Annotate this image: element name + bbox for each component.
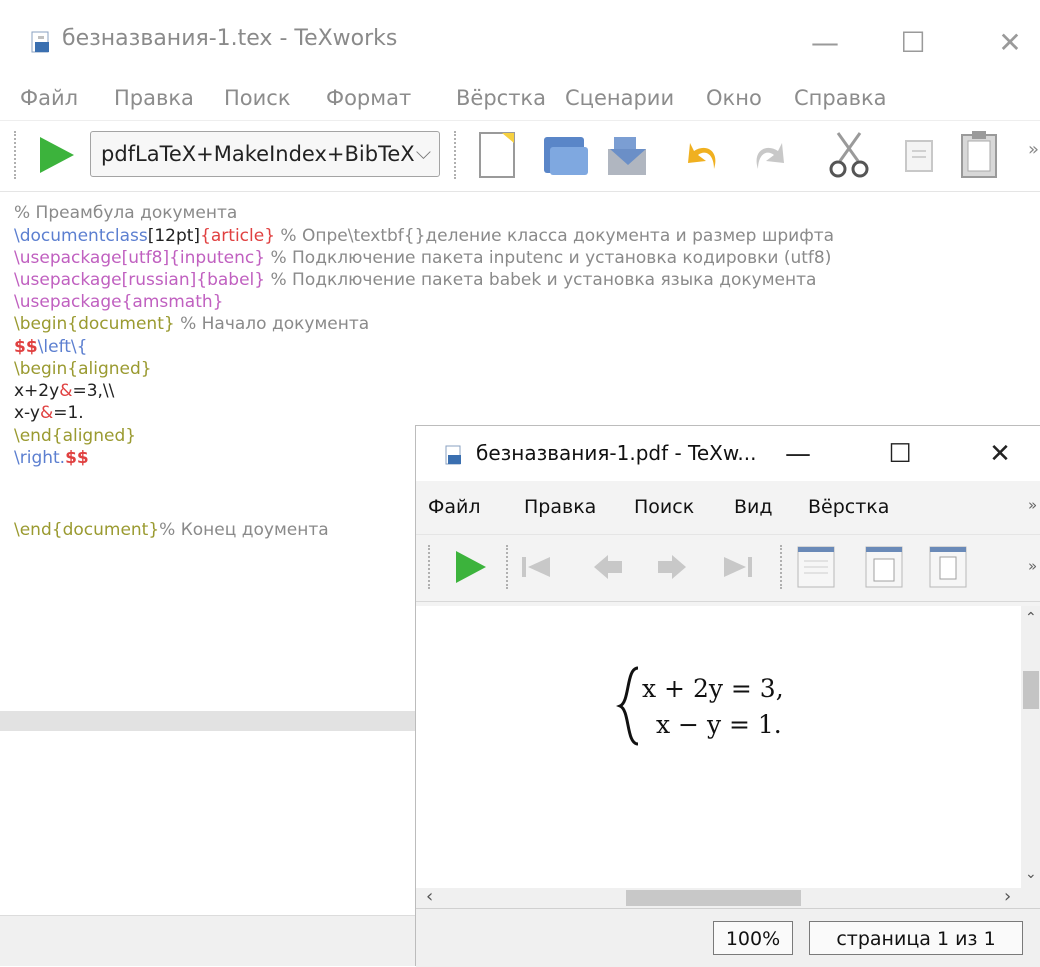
menu-search[interactable]: Поиск [224, 86, 291, 110]
menu-window[interactable]: Окно [706, 86, 762, 110]
pdf-toolbar-overflow-button[interactable]: » [1028, 557, 1037, 575]
menu-typeset[interactable]: Вёрстка [456, 86, 546, 110]
current-line-highlight [0, 711, 415, 731]
code-line-8: \begin{aligned} [14, 359, 152, 379]
engine-select-value: pdfLaTeX+MakeIndex+BibTeX [101, 142, 415, 166]
pdf-status-bar: 100% страница 1 из 1 [416, 908, 1040, 967]
paste-icon[interactable] [958, 129, 1002, 181]
scroll-left-arrow-icon[interactable]: ‹ [426, 886, 433, 907]
code-line-3: \usepackage[utf8]{inputenc} % Подключени… [14, 248, 832, 268]
code-line-13: \end{document}% Конец доумента [14, 520, 329, 540]
first-page-icon[interactable] [520, 553, 554, 581]
vertical-scrollbar[interactable]: ⌃ ⌄ [1021, 606, 1040, 888]
toolbar-grip[interactable] [506, 545, 511, 589]
vertical-scroll-thumb[interactable] [1023, 671, 1039, 709]
redo-icon[interactable] [748, 133, 788, 177]
pdf-menu-view[interactable]: Вид [734, 496, 773, 518]
code-line-1: % Преамбула документа [14, 203, 238, 223]
scroll-down-arrow-icon[interactable]: ⌄ [1025, 866, 1037, 882]
fit-width-icon[interactable] [864, 545, 904, 589]
scroll-up-arrow-icon[interactable]: ⌃ [1025, 610, 1037, 626]
menu-file[interactable]: Файл [20, 86, 78, 110]
code-line-6: \begin{document} % Начало документа [14, 314, 370, 334]
pdf-menu-search[interactable]: Поиск [634, 496, 694, 518]
next-page-icon[interactable] [656, 553, 690, 581]
code-line-9: x+2y&=3,\\ [14, 381, 115, 401]
math-equation-1: x + 2y = 3, [642, 674, 784, 703]
scroll-right-arrow-icon[interactable]: › [1004, 886, 1011, 907]
pdf-title-bar: безназвания-1.pdf - TeXw... — ☐ ✕ [416, 426, 1040, 481]
fit-window-icon[interactable] [928, 545, 968, 589]
typeset-play-icon[interactable] [454, 549, 488, 585]
code-line-5: \usepackage{amsmath} [14, 292, 224, 312]
pdf-preview-window: безназвания-1.pdf - TeXw... — ☐ ✕ Файл П… [415, 425, 1040, 967]
page-indicator: страница 1 из 1 [809, 921, 1023, 955]
main-window-title: безназвания-1.tex - TeXworks [62, 26, 398, 51]
pdf-window-title: безназвания-1.pdf - TeXw... [476, 441, 757, 465]
typeset-play-icon[interactable] [38, 135, 76, 175]
undo-icon[interactable] [684, 133, 724, 177]
code-line-7: $$\left\{ [14, 337, 88, 357]
main-title-bar: безназвания-1.tex - TeXworks — ☐ ✕ [0, 8, 1040, 72]
menu-help[interactable]: Справка [794, 86, 887, 110]
code-line-10: x-y&=1. [14, 403, 84, 423]
save-icon[interactable] [602, 129, 654, 181]
toolbar-overflow-button[interactable]: » [1028, 139, 1039, 160]
close-button[interactable]: ✕ [976, 432, 1024, 476]
main-status-bar [0, 915, 415, 966]
maximize-button[interactable]: ☐ [888, 18, 938, 68]
cut-icon[interactable] [826, 129, 872, 181]
copy-icon[interactable] [900, 135, 940, 177]
menu-scripts[interactable]: Сценарии [565, 86, 674, 110]
code-line-11: \end{aligned} [14, 426, 137, 446]
code-line-2: \documentclass[12pt]{article} % Опре\tex… [14, 226, 835, 246]
pdf-page-view[interactable]: x + 2y = 3, x − y = 1. [416, 606, 1021, 888]
horizontal-scroll-thumb[interactable] [626, 890, 801, 906]
last-page-icon[interactable] [722, 553, 756, 581]
new-document-icon[interactable] [476, 129, 520, 181]
open-folder-icon[interactable] [540, 129, 592, 181]
code-line-12: \right.$$ [14, 448, 89, 468]
pdf-menu-typeset[interactable]: Вёрстка [808, 496, 889, 518]
toolbar-grip[interactable] [428, 545, 433, 589]
horizontal-scrollbar[interactable]: ‹ › [416, 886, 1040, 908]
math-equation-2: x − y = 1. [656, 710, 782, 739]
maximize-button[interactable]: ☐ [876, 432, 924, 476]
main-menu-bar: Файл Правка Поиск Формат Вёрстка Сценари… [0, 80, 1040, 120]
pdf-toolbar: » [416, 534, 1040, 602]
previous-page-icon[interactable] [592, 553, 626, 581]
menu-edit[interactable]: Правка [114, 86, 194, 110]
toolbar-grip[interactable] [780, 545, 785, 589]
minimize-button[interactable]: — [774, 432, 822, 476]
minimize-button[interactable]: — [800, 18, 850, 68]
menu-format[interactable]: Формат [326, 86, 411, 110]
toolbar-grip[interactable] [454, 131, 459, 179]
engine-select[interactable]: pdfLaTeX+MakeIndex+BibTeX ⌵ [90, 131, 440, 177]
texworks-app-icon [445, 445, 461, 465]
main-toolbar: pdfLaTeX+MakeIndex+BibTeX ⌵ » [0, 120, 1040, 192]
code-line-4: \usepackage[russian]{babel} % Подключени… [14, 270, 817, 290]
toolbar-grip[interactable] [14, 131, 19, 179]
close-button[interactable]: ✕ [985, 18, 1035, 68]
pdf-menu-edit[interactable]: Правка [524, 496, 596, 518]
pdf-menu-overflow-button[interactable]: » [1028, 496, 1037, 514]
chevron-down-icon: ⌵ [415, 140, 431, 164]
texworks-app-icon [31, 31, 49, 53]
pdf-menu-file[interactable]: Файл [428, 496, 481, 518]
pdf-menu-bar: Файл Правка Поиск Вид Вёрстка » [416, 488, 1040, 528]
actual-size-icon[interactable] [796, 545, 836, 589]
zoom-level[interactable]: 100% [713, 921, 793, 955]
